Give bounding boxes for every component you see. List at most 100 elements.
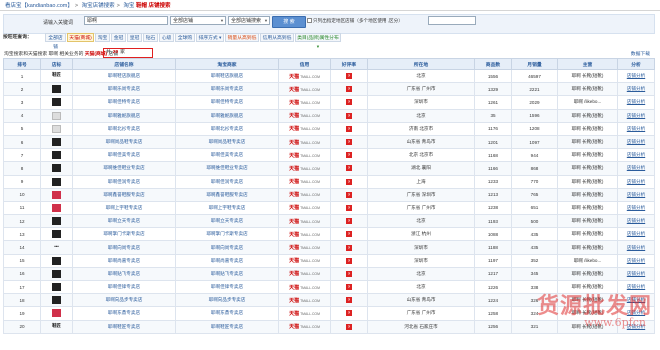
shop-logo[interactable] [52, 283, 61, 292]
breadcrumb-taobao[interactable]: 淘宝 [123, 3, 134, 9]
shop-name-link[interactable]: 耶啊鑫誉鞋服专卖店 [72, 187, 176, 202]
shop-name-link[interactable]: 耶啊鞋店旗舰店 [72, 68, 176, 84]
rating-icon[interactable]: ? [346, 257, 352, 264]
shop-logo[interactable]: 鞋匠 [52, 323, 61, 331]
seller-link[interactable]: 耶啊贴飞专卖店 [175, 266, 279, 282]
shop-name-link[interactable]: 耶啊雅妮旗舰店 [72, 108, 176, 123]
shop-analysis-link[interactable]: 店铺分析 [627, 231, 645, 236]
shop-logo[interactable] [52, 138, 61, 147]
sort-sales[interactable]: 销量从高到低 [225, 33, 259, 42]
seller-link[interactable]: 耶啊上宇鞋专卖店 [175, 200, 279, 216]
rating-icon[interactable]: ? [346, 73, 352, 80]
shop-name-link[interactable]: 耶啊佳美专卖店 [72, 148, 176, 163]
header-rank[interactable]: 排号 [3, 58, 41, 70]
seller-link[interactable]: 耶啊鑫誉鞋服专卖店 [175, 187, 279, 202]
scope-select[interactable]: 全部店铺 ▼ [170, 16, 226, 25]
shop-analysis-link[interactable]: 店铺分析 [627, 152, 645, 157]
shop-logo[interactable] [52, 230, 61, 239]
header-rating[interactable]: 好评率 [330, 58, 368, 70]
rating-icon[interactable]: ? [346, 218, 352, 225]
shop-logo[interactable] [52, 269, 61, 278]
seller-link[interactable]: 耶啊向品步专卖店 [175, 293, 279, 308]
shop-analysis-link[interactable]: 店铺分析 [627, 192, 645, 197]
header-monthly-sales[interactable]: 月销量 [511, 58, 558, 70]
shop-logo[interactable] [52, 177, 61, 186]
header-credit[interactable]: 信用 [278, 58, 331, 70]
shop-analysis-link[interactable]: 店铺分析 [627, 99, 645, 104]
shop-logo[interactable] [52, 217, 61, 226]
shop-analysis-link[interactable]: 店铺分析 [627, 179, 645, 184]
shop-name-link[interactable]: 耶啊维佳鞋业专卖店 [72, 161, 176, 176]
seller-link[interactable]: 耶啊雅妮旗舰店 [175, 108, 279, 123]
shop-analysis-link[interactable]: 店铺分析 [627, 245, 645, 250]
tab-diamond[interactable]: 钻石 [143, 33, 158, 42]
shop-name-link[interactable]: 耶啊北衫专卖店 [72, 121, 176, 136]
shop-analysis-link[interactable]: 店铺分析 [627, 165, 645, 170]
shop-analysis-link[interactable]: 店铺分析 [627, 205, 645, 210]
shop-logo[interactable] [52, 203, 61, 212]
rating-icon[interactable]: ? [346, 86, 352, 93]
shop-name-link[interactable]: 耶啊尚品鞋专卖店 [72, 134, 176, 150]
tab-tmall[interactable]: 天猫(商城) [67, 33, 94, 42]
shop-name-link[interactable]: 耶啊佳特专卖店 [72, 95, 176, 110]
seller-link[interactable]: 耶啊掌门卡斯专卖店 [175, 227, 279, 242]
rating-icon[interactable]: ? [346, 178, 352, 185]
shop-logo[interactable] [52, 111, 61, 120]
seller-link[interactable]: 耶啊佳特专卖店 [175, 95, 279, 110]
header-item-count[interactable]: 商品数 [474, 58, 512, 70]
shop-name-link[interactable]: 耶啊鞋匠专卖店 [72, 319, 176, 334]
rating-icon[interactable]: ? [346, 323, 352, 330]
shop-analysis-link[interactable]: 店铺分析 [627, 86, 645, 91]
rating-icon[interactable]: ? [346, 112, 352, 119]
rating-icon[interactable]: ? [346, 310, 352, 317]
rating-icon[interactable]: ? [346, 125, 352, 132]
shop-name-link[interactable]: 耶啊佳润专卖店 [72, 174, 176, 189]
tab-taobao[interactable]: 淘宝 [95, 33, 110, 42]
category-distribution-dropdown[interactable]: 类目(品牌)属性分布 ▾ [295, 33, 341, 50]
shop-logo[interactable] [52, 151, 61, 160]
export-link[interactable]: 数据下载 [631, 50, 650, 57]
tab-heart[interactable]: 心级 [159, 33, 174, 42]
shop-name-link[interactable]: 耶啊向尚专卖店 [72, 240, 176, 255]
seller-link[interactable]: 耶啊鞋匠专卖店 [175, 319, 279, 334]
type-select[interactable]: 全部店铺搜索 ▼ [228, 16, 270, 25]
shop-logo[interactable] [52, 164, 61, 173]
tab-crown[interactable]: 皇冠 [127, 33, 142, 42]
shop-logo[interactable] [52, 296, 61, 305]
shop-analysis-link[interactable]: 店铺分析 [627, 139, 645, 144]
seller-link[interactable]: 耶啊佳锋专卖店 [175, 279, 279, 295]
shop-logo[interactable]: ••• [54, 244, 59, 252]
keyword-input[interactable]: 耶啊 [84, 16, 168, 25]
sort-credit[interactable]: 信用从高到低 [260, 33, 294, 42]
seller-link[interactable]: 耶啊尚嘉专卖店 [175, 253, 279, 268]
rating-icon[interactable]: ? [346, 270, 352, 277]
shop-logo[interactable] [52, 309, 61, 318]
seller-link[interactable]: 耶啊佳美专卖店 [175, 148, 279, 163]
breadcrumb-home[interactable]: 看店宝【kandianbao.com】 [5, 3, 73, 9]
seller-link[interactable]: 耶啊鞋店旗舰店 [175, 68, 279, 84]
tab-gold-crown[interactable]: 金冠 [111, 33, 126, 42]
rating-icon[interactable]: ? [346, 99, 352, 106]
shop-logo[interactable] [52, 85, 61, 94]
shop-name-link[interactable]: 耶啊立天专卖店 [72, 214, 176, 229]
shop-analysis-link[interactable]: 店铺分析 [627, 258, 645, 263]
region-input[interactable] [428, 16, 476, 25]
tab-all-shops[interactable]: 全部店铺 [45, 33, 66, 50]
tab-global-buy[interactable]: 全球购 [175, 33, 195, 42]
rating-icon[interactable]: ? [346, 297, 352, 304]
shop-analysis-link[interactable]: 店铺分析 [627, 271, 645, 276]
shop-name-link[interactable]: 耶啊乐尚专卖店 [72, 82, 176, 97]
shop-name-link[interactable]: 耶啊东鼎专卖店 [72, 306, 176, 321]
seller-link[interactable]: 耶啊立天专卖店 [175, 214, 279, 229]
seller-link[interactable]: 耶啊乐尚专卖店 [175, 82, 279, 97]
rating-icon[interactable]: ? [346, 139, 352, 146]
seller-link[interactable]: 耶啊维佳鞋业专卖店 [175, 161, 279, 176]
shop-name-link[interactable]: 耶啊佳锋专卖店 [72, 279, 176, 295]
rating-icon[interactable]: ? [346, 165, 352, 172]
shop-name-link[interactable]: 耶啊向品步专卖店 [72, 293, 176, 308]
shop-analysis-link[interactable]: 店铺分析 [627, 218, 645, 223]
rating-icon[interactable]: ? [346, 152, 352, 159]
breadcrumb-shop-search[interactable]: 淘宝店铺搜索 [82, 3, 115, 9]
shop-logo[interactable] [52, 124, 61, 133]
region-checkbox[interactable] [307, 18, 312, 23]
